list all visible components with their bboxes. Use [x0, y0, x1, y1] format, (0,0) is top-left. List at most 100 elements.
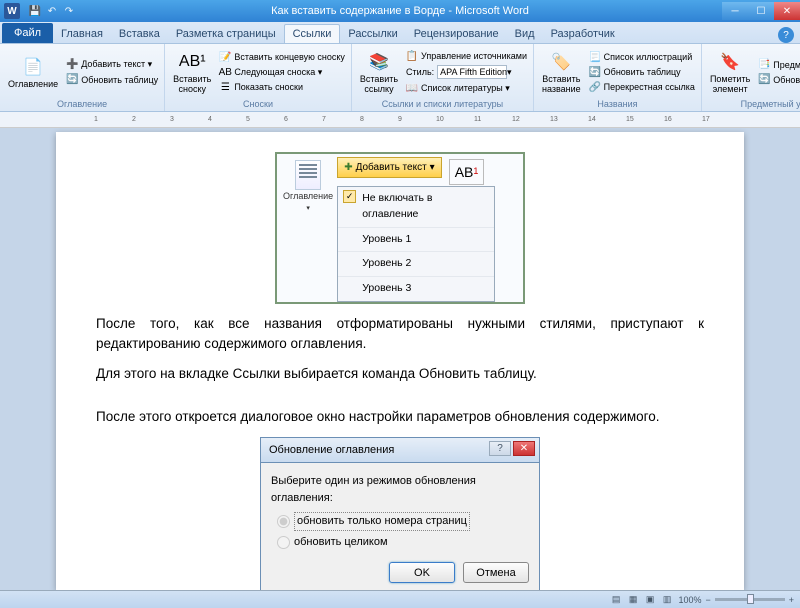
embedded-dialog: Обновление оглавления ? ✕ Выберите один … [260, 437, 540, 590]
menu-item-level3: Уровень 3 [338, 277, 494, 301]
minimize-button[interactable]: ─ [722, 2, 748, 20]
refresh-icon: 🔄 [589, 66, 601, 78]
title-bar: W 💾 ↶ ↷ Как вставить содержание в Ворде … [0, 0, 800, 22]
plus-icon: ➕ [66, 59, 78, 71]
dialog-titlebar: Обновление оглавления ? ✕ [260, 437, 540, 463]
toc-button[interactable]: 📄Оглавление [4, 46, 62, 98]
horizontal-ruler[interactable]: for(let i=1;i<=17;i++){document.write('<… [0, 112, 800, 128]
sources-icon: 📋 [406, 50, 418, 62]
close-button[interactable]: ✕ [774, 2, 800, 20]
insert-citation-button[interactable]: 📚Вставить ссылку [356, 46, 402, 98]
dialog-help-icon: ? [489, 441, 511, 456]
undo-icon[interactable]: ↶ [45, 4, 59, 18]
insert-endnote-button[interactable]: 📝Вставить концевую сноску [217, 50, 347, 64]
tab-file[interactable]: Файл [2, 23, 53, 43]
zoom-controls: ▤ ▦ ▣ ▥ 100% − + [612, 594, 794, 605]
radio-input [277, 515, 290, 528]
citation-icon: 📚 [367, 50, 391, 74]
bibliography-button[interactable]: 📖Список литературы ▾ [404, 81, 529, 95]
radio-page-numbers: обновить только номера страниц [277, 512, 529, 531]
add-text-button[interactable]: ➕Добавить текст ▾ [64, 58, 160, 72]
menu-item-level2: Уровень 2 [338, 252, 494, 277]
update-table-button[interactable]: 🔄Обновить таблицу [587, 65, 697, 79]
cross-ref-button[interactable]: 🔗Перекрестная ссылка [587, 80, 697, 94]
zoom-slider[interactable] [715, 598, 785, 601]
group-label: Оглавление [4, 98, 160, 109]
tab-layout[interactable]: Разметка страницы [168, 25, 284, 43]
bib-icon: 📖 [406, 82, 418, 94]
group-label: Сноски [169, 98, 347, 109]
paragraph-1: После того, как все названия отформатиро… [96, 314, 704, 355]
toc-icon: 📄 [21, 55, 45, 79]
manage-sources-button[interactable]: 📋Управление источниками [404, 49, 529, 63]
group-label: Ссылки и списки литературы [356, 98, 529, 109]
style-combo[interactable]: Стиль:APA Fifth Edition▾ [404, 64, 529, 80]
refresh-icon: 🔄 [66, 74, 78, 86]
zoom-out-icon[interactable]: − [705, 595, 710, 605]
save-icon[interactable]: 💾 [28, 4, 42, 18]
ab-sample: АВ1 [449, 159, 485, 185]
dialog-close-icon: ✕ [513, 441, 535, 456]
toc-button-img: Оглавление ▾ [283, 160, 333, 214]
zoom-in-icon[interactable]: + [789, 595, 794, 605]
ribbon: 📄Оглавление ➕Добавить текст ▾ 🔄Обновить … [0, 44, 800, 112]
status-bar: ▤ ▦ ▣ ▥ 100% − + [0, 590, 800, 608]
tab-view[interactable]: Вид [507, 25, 543, 43]
document-area[interactable]: Оглавление ▾ ✚Добавить текст▾ АВ1 ✓Не вк… [0, 128, 800, 590]
footnote-icon: AB¹ [180, 50, 204, 74]
zoom-level[interactable]: 100% [678, 595, 701, 605]
tab-insert[interactable]: Вставка [111, 25, 168, 43]
insert-caption-button[interactable]: 🏷️Вставить название [538, 46, 585, 98]
radio-input [277, 536, 290, 549]
group-toc: 📄Оглавление ➕Добавить текст ▾ 🔄Обновить … [0, 44, 165, 111]
menu-item-level1: Уровень 1 [338, 228, 494, 253]
check-icon: ✓ [343, 190, 356, 203]
update-index-button[interactable]: 🔄Обновить указатель [756, 73, 800, 87]
insert-index-button[interactable]: 📑Предметный указатель [756, 58, 800, 72]
redo-icon[interactable]: ↷ [62, 4, 76, 18]
window-title: Как вставить содержание в Ворде - Micros… [271, 5, 529, 17]
dialog-prompt: Выберите один из режимов обновления огла… [271, 473, 529, 506]
next-icon: AB [219, 66, 231, 78]
group-label: Названия [538, 98, 697, 109]
index-icon: 📑 [758, 59, 770, 71]
chevron-down-icon: ▾ [507, 67, 512, 78]
endnote-icon: 📝 [219, 51, 231, 63]
ribbon-tabs: Файл Главная Вставка Разметка страницы С… [0, 22, 800, 44]
tab-review[interactable]: Рецензирование [406, 25, 507, 43]
tab-home[interactable]: Главная [53, 25, 111, 43]
show-notes-button[interactable]: ☰Показать сноски [217, 80, 347, 94]
list-icon: 📃 [589, 51, 601, 63]
word-icon: W [4, 3, 20, 19]
add-text-menu: ✓Не включать в оглавление Уровень 1 Уров… [337, 186, 495, 302]
paragraph-3: После этого откроется диалоговое окно на… [96, 407, 704, 427]
tab-developer[interactable]: Разработчик [543, 25, 623, 43]
add-text-highlighted: ✚Добавить текст▾ [337, 157, 442, 178]
next-footnote-button[interactable]: ABСледующая сноска ▾ [217, 65, 347, 79]
plus-icon: ✚ [344, 160, 352, 175]
figures-list-button[interactable]: 📃Список иллюстраций [587, 50, 697, 64]
xref-icon: 🔗 [589, 81, 601, 93]
insert-footnote-button[interactable]: AB¹Вставить сноску [169, 46, 215, 98]
view-icons[interactable]: ▤ ▦ ▣ ▥ [612, 594, 675, 605]
radio-entire: обновить целиком [277, 534, 529, 551]
update-toc-button[interactable]: 🔄Обновить таблицу [64, 73, 160, 87]
mark-entry-button[interactable]: 🔖Пометить элемент [706, 46, 754, 98]
mark-icon: 🔖 [718, 50, 742, 74]
group-citations: 📚Вставить ссылку 📋Управление источниками… [352, 44, 534, 111]
tab-mailings[interactable]: Рассылки [340, 25, 405, 43]
group-footnotes: AB¹Вставить сноску 📝Вставить концевую сн… [165, 44, 352, 111]
show-icon: ☰ [219, 81, 231, 93]
group-captions: 🏷️Вставить название 📃Список иллюстраций … [534, 44, 702, 111]
group-index: 🔖Пометить элемент 📑Предметный указатель … [702, 44, 800, 111]
menu-item-exclude: ✓Не включать в оглавление [338, 187, 494, 228]
refresh-icon: 🔄 [758, 74, 770, 86]
help-icon[interactable]: ? [778, 27, 794, 43]
window-buttons: ─ ☐ ✕ [722, 2, 800, 20]
group-label: Предметный указатель [706, 98, 800, 109]
maximize-button[interactable]: ☐ [748, 2, 774, 20]
tab-references[interactable]: Ссылки [284, 24, 341, 43]
caption-icon: 🏷️ [549, 50, 573, 74]
cancel-button: Отмена [463, 562, 529, 583]
paragraph-2: Для этого на вкладке Ссылки выбирается к… [96, 364, 704, 384]
